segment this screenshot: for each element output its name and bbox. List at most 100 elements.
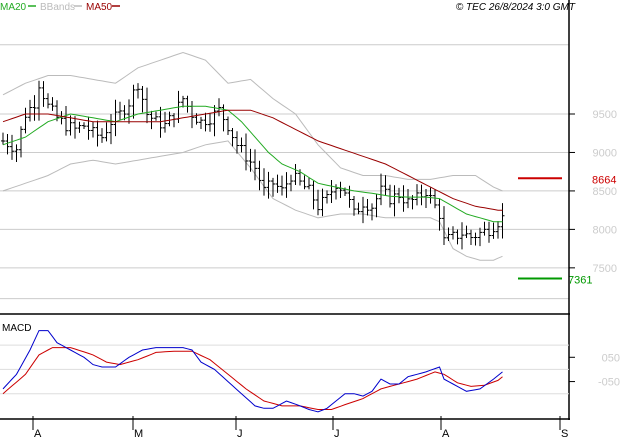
price-bar (140, 86, 145, 113)
price-bar (275, 174, 280, 193)
chart-stage: 8664 7361 MA20 BBands MA50 © TEC 26/8/20… (0, 0, 627, 440)
price-bars (1, 80, 505, 250)
price-bar (208, 113, 212, 132)
price-bar (365, 198, 370, 216)
price-bar (320, 188, 325, 217)
price-bar (415, 184, 419, 206)
price-bar (397, 187, 401, 204)
price-bar (163, 111, 167, 133)
price-bar (203, 112, 208, 132)
price-bar (352, 196, 356, 216)
price-bar (428, 187, 433, 204)
price-y-tick-label: 7500 (593, 263, 617, 275)
price-bar (118, 101, 122, 121)
price-bar (487, 221, 491, 243)
price-bar (469, 229, 473, 246)
price-bar (1, 132, 5, 145)
price-bar (226, 116, 230, 135)
price-bar (190, 100, 194, 129)
price-bar (77, 121, 82, 133)
price-bar (73, 116, 77, 139)
price-bar (338, 181, 343, 198)
price-bar (329, 180, 334, 203)
price-bar (293, 163, 298, 186)
price-bar (325, 190, 329, 204)
price-y-tick-label: 9500 (593, 109, 617, 121)
price-bar (199, 116, 203, 129)
price-bar (356, 202, 361, 215)
price-bar (221, 104, 226, 132)
price-bar (437, 198, 442, 231)
price-bar (257, 160, 262, 191)
x-tick-label: M (134, 428, 143, 440)
price-bar (316, 189, 320, 216)
price-bar (127, 99, 131, 124)
macd-line (2, 330, 503, 413)
price-bar (455, 229, 460, 245)
price-bar (41, 81, 46, 107)
price-bar (482, 221, 487, 236)
price-bar (401, 185, 406, 212)
price-bar (37, 80, 41, 121)
target-lower-label: 7361 (568, 275, 592, 287)
price-bar (496, 221, 500, 239)
price-bar (419, 184, 424, 206)
price-bar (473, 232, 478, 246)
price-bar (442, 206, 446, 245)
x-tick-label: A (34, 428, 42, 440)
price-bar (424, 189, 428, 208)
price-bar (361, 196, 365, 224)
price-bar (230, 128, 235, 147)
price-bar (370, 203, 374, 221)
price-bar (136, 83, 140, 99)
price-bar (109, 113, 113, 145)
price-bar (284, 172, 289, 198)
legend-ma50-label: MA50 (86, 2, 113, 13)
price-bar (154, 111, 158, 121)
price-bar (280, 175, 284, 196)
price-y-axis: 9500 9000 8500 8000 7500 (569, 109, 617, 275)
copyright-text: © TEC 26/8/2024 3:0 GMT (456, 2, 576, 13)
price-bar (302, 175, 307, 190)
price-y-tick-label: 9000 (593, 147, 617, 159)
price-bar (464, 225, 469, 238)
price-bar (86, 116, 91, 140)
price-bar (32, 95, 37, 121)
price-bar (100, 128, 104, 143)
x-tick-label: J (237, 428, 243, 440)
price-y-tick-label: 8000 (593, 224, 617, 236)
macd-y-tick-label: -050 (598, 377, 620, 389)
price-bar (478, 227, 482, 247)
legend-bbands-label: BBands (40, 2, 75, 13)
price-bar (383, 175, 388, 197)
x-tick-label: A (442, 428, 450, 440)
price-bar (500, 203, 505, 239)
macd-signal-line (2, 347, 503, 410)
price-bar (212, 105, 217, 137)
price-bar (379, 173, 383, 206)
price-bar (10, 134, 14, 160)
macd-label: MACD (2, 323, 31, 334)
legend-ma20-label: MA20 (0, 2, 27, 13)
price-bar (289, 174, 293, 192)
legend: MA20 BBands MA50 (0, 2, 120, 13)
macd-y-tick-label: 050 (602, 352, 620, 364)
price-bar (307, 177, 311, 190)
price-bar (271, 177, 275, 197)
price-bar (347, 185, 352, 208)
price-bar (185, 95, 190, 113)
price-bar (451, 226, 455, 240)
price-bar (14, 144, 19, 162)
price-bar (50, 97, 55, 111)
price-bar (95, 120, 100, 147)
price-bar (104, 122, 109, 142)
price-bar (374, 193, 379, 218)
x-tick-label: S (561, 428, 568, 440)
price-bar (113, 99, 118, 137)
stock-chart: 8664 7361 MA20 BBands MA50 © TEC 26/8/20… (0, 0, 620, 440)
target-upper-label: 8664 (592, 174, 616, 186)
price-bar (91, 121, 95, 138)
price-bar (23, 107, 28, 134)
price-bar (181, 95, 185, 108)
price-bar (491, 222, 496, 239)
